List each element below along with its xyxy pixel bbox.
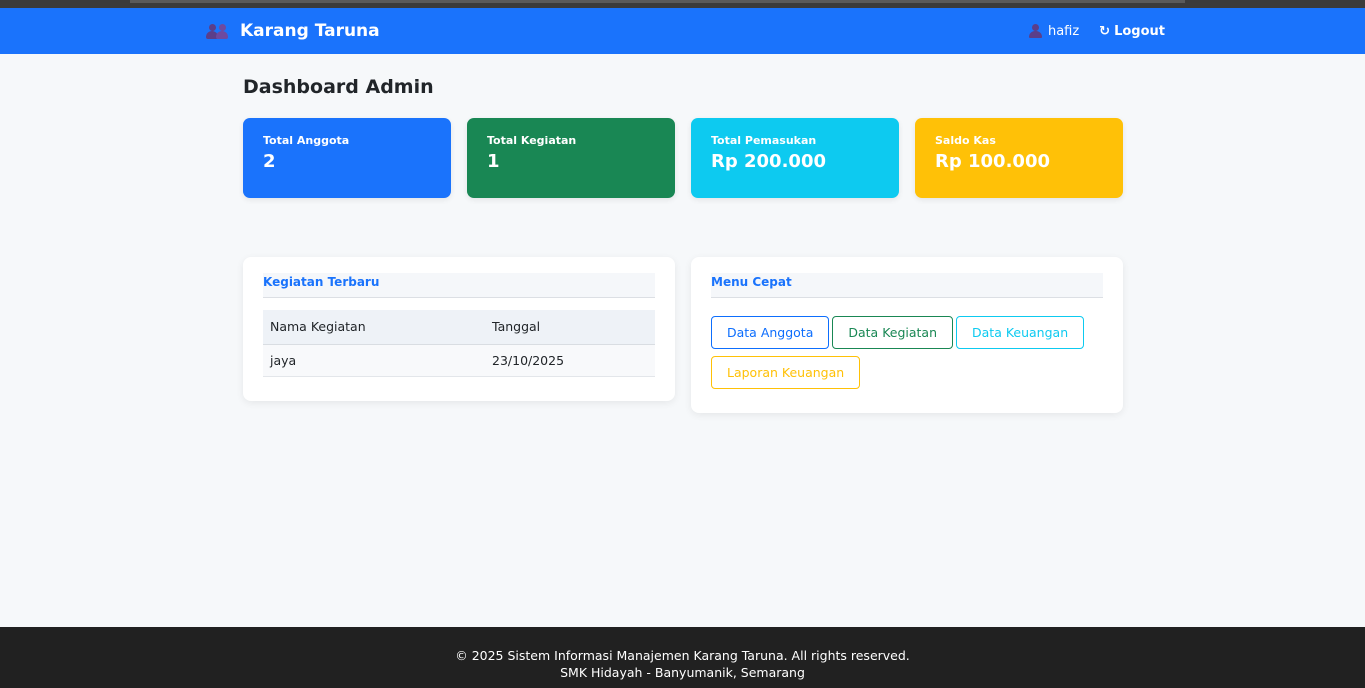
navbar-right: hafiz ↻ Logout (1028, 8, 1165, 54)
table-header-row: Nama Kegiatan Tanggal (263, 310, 655, 345)
card-value: Rp 200.000 (711, 151, 826, 172)
column-header: Nama Kegiatan (263, 310, 485, 345)
card-label: Saldo Kas (935, 134, 996, 147)
column-header: Tanggal (485, 310, 655, 345)
user-name: hafiz (1047, 23, 1080, 39)
user-menu[interactable]: hafiz (1028, 23, 1080, 39)
logout-icon: ↻ (1099, 23, 1111, 39)
card-label: Total Anggota (263, 134, 350, 147)
users-icon (206, 22, 230, 40)
card-saldo-kas: Saldo Kas Rp 100.000 (915, 118, 1123, 198)
browser-tab-strip (130, 0, 1185, 3)
recent-activities-panel: Kegiatan Terbaru Nama Kegiatan Tanggal j… (243, 257, 675, 401)
logout-link[interactable]: ↻ Logout (1099, 24, 1165, 39)
brand-label: Karang Taruna (240, 21, 380, 41)
browser-top-strip (0, 0, 1365, 8)
data-anggota-button[interactable]: Data Anggota (711, 316, 830, 349)
quick-menu-panel: Menu Cepat Data Anggota Data Kegiatan Da… (691, 257, 1123, 413)
footer: © 2025 Sistem Informasi Manajemen Karang… (0, 627, 1365, 688)
card-value: Rp 100.000 (935, 151, 1050, 172)
navbar-brand[interactable]: Karang Taruna (206, 8, 380, 54)
card-value: 2 (263, 151, 276, 172)
card-label: Total Pemasukan (711, 134, 817, 147)
data-kegiatan-button[interactable]: Data Kegiatan (832, 316, 954, 349)
footer-copyright: © 2025 Sistem Informasi Manajemen Karang… (455, 648, 910, 663)
card-label: Total Kegiatan (487, 134, 577, 147)
table-cell: jaya (263, 344, 485, 377)
quick-menu-buttons: Data Anggota Data Kegiatan Data Keuangan… (711, 316, 1103, 389)
card-total-anggota: Total Anggota 2 (243, 118, 451, 198)
panel-title: Menu Cepat (711, 273, 1103, 298)
panel-title: Kegiatan Terbaru (263, 273, 655, 298)
laporan-keuangan-button[interactable]: Laporan Keuangan (711, 356, 861, 389)
table-cell: 23/10/2025 (485, 344, 655, 377)
page-title: Dashboard Admin (243, 76, 434, 98)
activities-table: Nama Kegiatan Tanggal jaya 23/10/2025 (263, 310, 655, 377)
logout-label: Logout (1114, 23, 1165, 39)
table-row: jaya 23/10/2025 (263, 344, 655, 377)
navbar: Karang Taruna hafiz ↻ Logout (0, 8, 1365, 54)
data-keuangan-button[interactable]: Data Keuangan (956, 316, 1085, 349)
card-value: 1 (487, 151, 500, 172)
user-icon (1028, 24, 1042, 38)
card-total-kegiatan: Total Kegiatan 1 (467, 118, 675, 198)
footer-school: SMK Hidayah - Banyumanik, Semarang (560, 665, 805, 680)
card-total-pemasukan: Total Pemasukan Rp 200.000 (691, 118, 899, 198)
